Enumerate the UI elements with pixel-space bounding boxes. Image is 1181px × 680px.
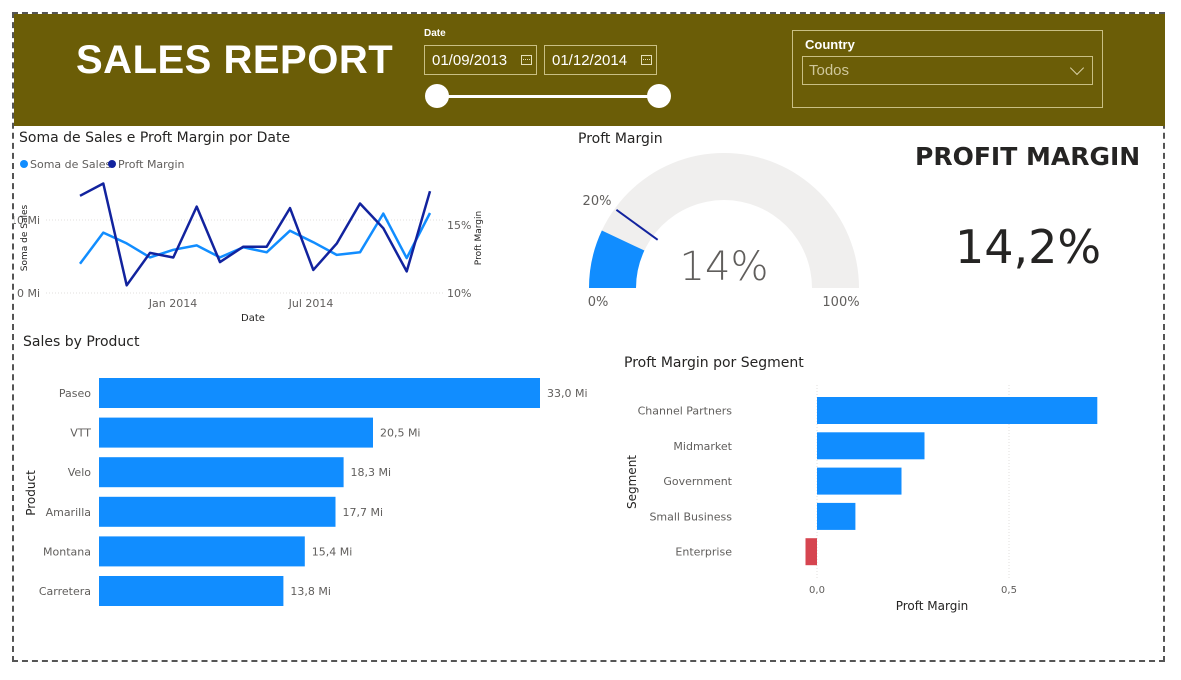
product-category-label: Amarilla [46, 506, 91, 519]
margin-line[interactable] [79, 182, 432, 287]
product-chart-title: Sales by Product [23, 334, 140, 350]
end-date-value: 01/12/2014 [552, 52, 628, 69]
y-left-tick: 0 Mi [17, 287, 40, 300]
country-slicer-label: Country [805, 37, 855, 52]
product-category-label: Paseo [59, 387, 91, 400]
gauge-min-label: 0% [588, 295, 609, 310]
y-right-axis-title: Proft Margin [474, 211, 484, 265]
start-date-input[interactable]: 01/09/2013 [424, 45, 537, 75]
product-bar[interactable] [99, 536, 305, 567]
report-header: SALES REPORT Date 01/09/2013 01/12/2014 … [14, 14, 1165, 126]
legend-label-margin: Proft Margin [118, 158, 185, 171]
kpi-value: 14,2% [955, 220, 1102, 274]
product-category-label: Montana [43, 545, 91, 558]
calendar-icon[interactable] [641, 55, 652, 65]
gauge-max-label: 100% [822, 295, 859, 310]
start-date-value: 01/09/2013 [432, 52, 508, 69]
segment-bar[interactable] [817, 467, 902, 495]
gauge-chart: 14% 0% 100% 20% [583, 152, 860, 310]
segment-bar[interactable] [817, 502, 856, 530]
segment-x-tick: 0,0 [809, 585, 825, 596]
segment-category-label: Midmarket [673, 440, 732, 453]
kpi-title: PROFIT MARGIN [915, 142, 1141, 171]
line-chart: Soma de Sales Proft Margin 10 Mi 0 Mi 15… [14, 158, 484, 324]
product-value-label: 17,7 Mi [343, 506, 384, 519]
slider-start-handle[interactable] [425, 84, 449, 108]
date-slicer-label: Date [424, 28, 446, 39]
segment-x-tick: 0,5 [1001, 585, 1017, 596]
segment-category-label: Enterprise [675, 546, 732, 559]
product-axis-title: Product [24, 470, 38, 516]
line-series-group [78, 182, 432, 287]
segment-category-label: Small Business [649, 510, 732, 523]
product-bar[interactable] [99, 417, 373, 448]
segment-bar-chart: Segment Proft Margin 0,0 0,5 Channel Par… [625, 385, 1098, 613]
y-right-tick: 10% [447, 287, 471, 300]
line-chart-title: Soma de Sales e Proft Margin por Date [19, 130, 291, 146]
product-bars-group: Paseo 33,0 Mi VTT 20,5 Mi Velo 18,3 Mi Amarill… [39, 378, 588, 606]
slider-end-handle[interactable] [647, 84, 671, 108]
legend-marker-margin [108, 160, 116, 168]
segment-category-label: Government [663, 475, 732, 488]
product-bar[interactable] [99, 496, 336, 527]
gauge-title: Proft Margin [578, 131, 663, 147]
gauge-target-label: 20% [583, 194, 612, 209]
country-slicer: Country Todos [792, 30, 1103, 108]
product-bar-chart: Product Paseo 33,0 Mi VTT 20,5 Mi Velo 18,3 M… [24, 378, 588, 606]
segment-axis-title: Segment [625, 455, 639, 509]
product-bar[interactable] [99, 378, 540, 408]
calendar-icon[interactable] [521, 55, 532, 65]
product-value-label: 13,8 Mi [290, 585, 331, 598]
x-axis-title: Date [241, 313, 265, 324]
country-selected-value: Todos [809, 62, 850, 79]
segment-bars-group: Channel Partners Midmarket Government Small… [638, 385, 1098, 580]
x-tick: Jul 2014 [288, 297, 334, 310]
end-date-input[interactable]: 01/12/2014 [544, 45, 657, 75]
legend-marker-sales [20, 160, 28, 168]
country-dropdown[interactable]: Todos [802, 56, 1093, 85]
segment-bar[interactable] [805, 538, 818, 566]
product-category-label: Velo [68, 466, 91, 479]
product-value-label: 18,3 Mi [351, 466, 392, 479]
legend-label-sales: Soma de Sales [30, 158, 111, 171]
product-value-label: 15,4 Mi [312, 545, 353, 558]
segment-category-label: Channel Partners [638, 405, 733, 418]
segment-chart-title: Proft Margin por Segment [624, 355, 804, 371]
y-right-tick: 15% [447, 219, 471, 232]
chevron-down-icon[interactable] [1069, 60, 1085, 76]
product-bar[interactable] [99, 576, 284, 606]
product-category-label: Carretera [39, 585, 91, 598]
date-range-slider[interactable] [437, 95, 659, 98]
x-tick: Jan 2014 [148, 297, 197, 310]
product-category-label: VTT [70, 427, 91, 440]
product-value-label: 33,0 Mi [547, 387, 588, 400]
segment-bar[interactable] [817, 432, 925, 460]
product-value-label: 20,5 Mi [380, 427, 421, 440]
gauge-value-label: 14% [680, 244, 769, 290]
product-bar[interactable] [99, 457, 344, 488]
segment-x-axis-title: Proft Margin [896, 599, 969, 613]
segment-bar[interactable] [817, 397, 1098, 424]
page-title: SALES REPORT [76, 38, 394, 82]
y-left-axis-title: Soma de Sales [20, 204, 30, 271]
